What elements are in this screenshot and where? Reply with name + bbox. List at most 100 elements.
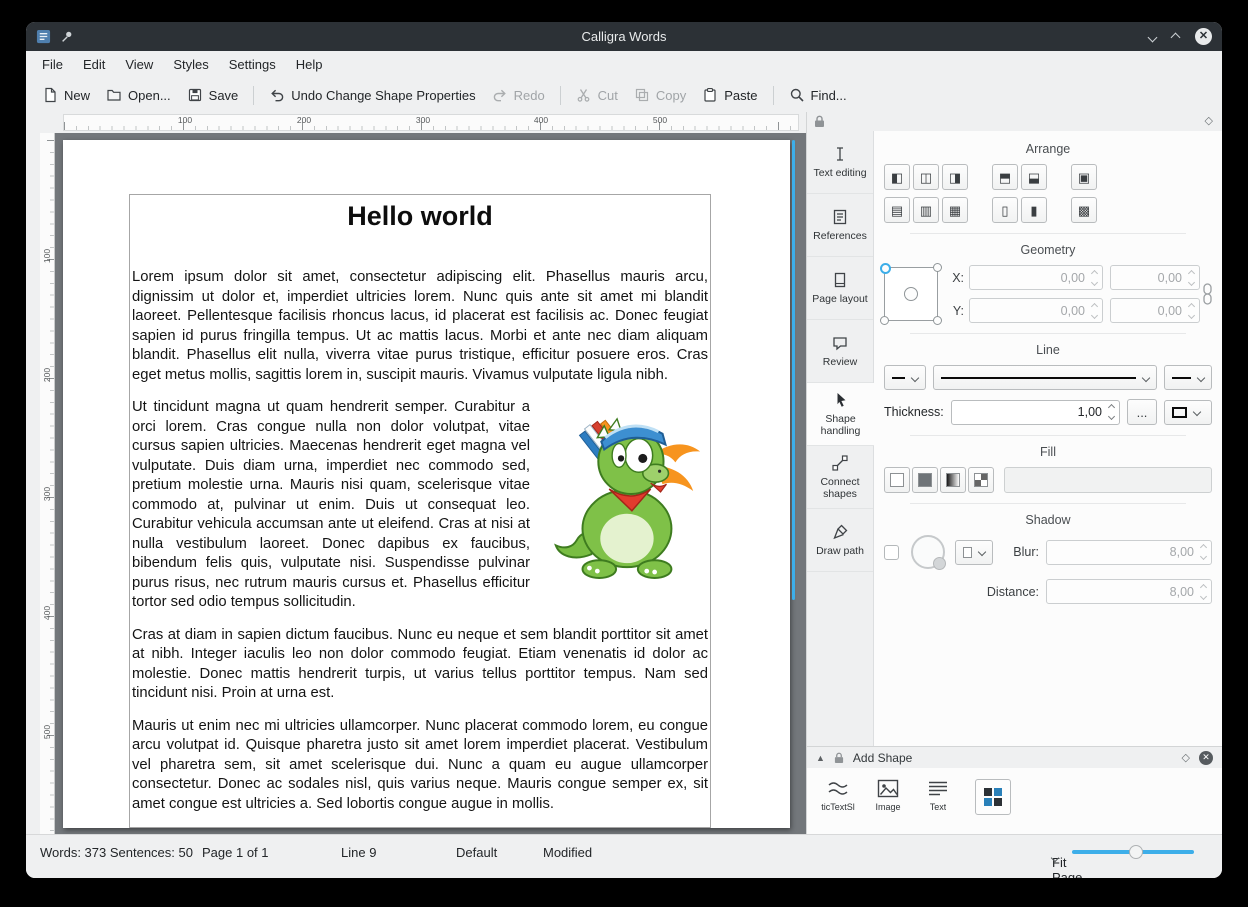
style-indicator[interactable]: Default bbox=[456, 845, 497, 860]
pin-icon[interactable] bbox=[60, 30, 74, 44]
text-cursor-icon bbox=[831, 145, 849, 163]
zoom-slider-knob[interactable] bbox=[1129, 845, 1143, 859]
anchor-top-right[interactable] bbox=[933, 263, 942, 272]
shadow-color-select[interactable] bbox=[955, 540, 993, 565]
menu-view[interactable]: View bbox=[115, 53, 163, 76]
align-bottom-button[interactable]: ⬓ bbox=[1021, 164, 1047, 190]
line-start-marker-select[interactable] bbox=[884, 365, 926, 390]
vertical-scrollbar[interactable] bbox=[792, 140, 795, 600]
fill-gradient-button[interactable] bbox=[940, 467, 966, 493]
add-text-shape-button[interactable]: Text bbox=[915, 775, 961, 812]
float-dock-icon[interactable]: ◇ bbox=[1205, 114, 1213, 127]
open-folder-icon bbox=[106, 87, 122, 103]
align-left-button[interactable]: ◧ bbox=[884, 164, 910, 190]
menu-edit[interactable]: Edit bbox=[73, 53, 115, 76]
menu-help[interactable]: Help bbox=[286, 53, 333, 76]
cursor-arrow-icon bbox=[832, 391, 850, 409]
align-right-button[interactable]: ◨ bbox=[942, 164, 968, 190]
modified-indicator: Modified bbox=[543, 845, 592, 860]
tab-page-layout[interactable]: Page layout bbox=[807, 257, 873, 320]
document-canvas[interactable]: 100 200 300 400 500 Hello world Lorem ip… bbox=[40, 133, 806, 834]
add-shape-docker: ▲ Add Shape ◇ ✕ ticTextSl bbox=[807, 746, 1222, 834]
align-top-button[interactable]: ⬒ bbox=[992, 164, 1018, 190]
tab-text-editing[interactable]: Text editing bbox=[807, 131, 873, 194]
line-end-marker-select[interactable] bbox=[1164, 365, 1212, 390]
horizontal-ruler[interactable]: 100 200 300 400 500 bbox=[63, 114, 799, 131]
hruler-label: 500 bbox=[653, 115, 667, 125]
word-count: Words: 373 Sentences: 50 bbox=[40, 845, 193, 860]
distribute-h-button[interactable]: ▯ bbox=[992, 197, 1018, 223]
line-more-options-button[interactable]: ... bbox=[1127, 399, 1157, 425]
lock-icon[interactable] bbox=[834, 752, 844, 764]
float-docker-icon[interactable]: ◇ bbox=[1182, 751, 1190, 764]
paragraph[interactable]: Cras at diam in sapien dictum faucibus. … bbox=[132, 626, 708, 704]
close-docker-icon[interactable]: ✕ bbox=[1199, 751, 1213, 765]
shape-collection-icon bbox=[984, 788, 1002, 806]
lock-icon[interactable] bbox=[814, 115, 825, 128]
zoom-slider[interactable] bbox=[1072, 850, 1194, 854]
paragraph[interactable]: Ut tincidunt magna ut quam hendrerit sem… bbox=[132, 398, 708, 613]
align-center-h-button[interactable]: ◫ bbox=[913, 164, 939, 190]
distribute-v-button[interactable]: ▮ bbox=[1021, 197, 1047, 223]
document-page[interactable]: Hello world Lorem ipsum dolor sit amet, … bbox=[63, 140, 790, 828]
vertical-ruler[interactable]: 100 200 300 400 500 bbox=[40, 133, 55, 834]
menu-settings[interactable]: Settings bbox=[219, 53, 286, 76]
menu-file[interactable]: File bbox=[32, 53, 73, 76]
line-style-select[interactable] bbox=[933, 365, 1157, 390]
titlebar[interactable]: Calligra Words ✕ bbox=[26, 22, 1222, 51]
bring-forward-button[interactable]: ▤ bbox=[884, 197, 910, 223]
ungroup-shapes-button[interactable]: ▩ bbox=[1071, 197, 1097, 223]
page-indicator[interactable]: Page 1 of 1 bbox=[202, 845, 269, 860]
fill-solid-button[interactable] bbox=[912, 467, 938, 493]
open-button[interactable]: Open... bbox=[98, 82, 179, 108]
keep-aspect-ratio-icon[interactable] bbox=[1203, 283, 1212, 305]
group-shapes-button[interactable]: ▣ bbox=[1071, 164, 1097, 190]
new-button[interactable]: New bbox=[34, 82, 98, 108]
undo-button[interactable]: Undo Change Shape Properties bbox=[261, 82, 483, 108]
paragraph[interactable]: Mauris ut enim nec mi ultricies ullamcor… bbox=[132, 717, 708, 815]
tab-review[interactable]: Review bbox=[807, 320, 873, 383]
vruler-label: 100 bbox=[42, 248, 52, 264]
redo-icon bbox=[492, 87, 508, 103]
paste-button[interactable]: Paste bbox=[694, 82, 765, 108]
image-icon bbox=[876, 778, 900, 800]
anchor-center[interactable] bbox=[904, 287, 918, 301]
tab-references[interactable]: References bbox=[807, 194, 873, 257]
tab-shape-handling[interactable]: Shape handling bbox=[807, 383, 874, 446]
search-icon bbox=[789, 87, 805, 103]
maximize-button[interactable] bbox=[1172, 29, 1179, 44]
x-position-spinbox: 0,00 bbox=[969, 265, 1103, 290]
find-button[interactable]: Find... bbox=[781, 82, 855, 108]
add-image-shape-button[interactable]: Image bbox=[865, 775, 911, 812]
thickness-spinbox[interactable]: 1,00 bbox=[951, 400, 1120, 425]
document-heading[interactable]: Hello world bbox=[132, 201, 708, 232]
shadow-enable-checkbox[interactable] bbox=[884, 545, 899, 560]
dock-titlebar[interactable]: ◇ bbox=[807, 112, 1222, 131]
fill-pattern-button[interactable] bbox=[968, 467, 994, 493]
tab-connect-shapes[interactable]: Connect shapes bbox=[807, 446, 873, 509]
fill-section-title: Fill bbox=[884, 445, 1212, 459]
save-button[interactable]: Save bbox=[179, 82, 247, 108]
minimize-button[interactable] bbox=[1149, 29, 1156, 44]
menu-styles[interactable]: Styles bbox=[163, 53, 218, 76]
raise-shape-button[interactable]: ▥ bbox=[913, 197, 939, 223]
text-frame[interactable]: Hello world Lorem ipsum dolor sit amet, … bbox=[129, 194, 711, 828]
collapse-docker-icon[interactable]: ▲ bbox=[816, 753, 825, 763]
konqi-mascot-image[interactable] bbox=[540, 404, 708, 582]
shape-collection-button[interactable] bbox=[975, 779, 1011, 815]
anchor-bottom-left[interactable] bbox=[880, 316, 889, 325]
close-button[interactable]: ✕ bbox=[1195, 28, 1212, 45]
add-artistic-text-shape-button[interactable]: ticTextSl bbox=[815, 775, 861, 812]
fill-none-button[interactable] bbox=[884, 467, 910, 493]
anchor-top-left[interactable] bbox=[880, 263, 891, 274]
tab-draw-path[interactable]: Draw path bbox=[807, 509, 873, 572]
lower-shape-button[interactable]: ▦ bbox=[942, 197, 968, 223]
shadow-section-title: Shadow bbox=[884, 513, 1212, 527]
position-anchor-selector[interactable] bbox=[884, 267, 938, 321]
line-color-select[interactable] bbox=[1164, 400, 1212, 425]
anchor-bottom-right[interactable] bbox=[933, 316, 942, 325]
blur-label: Blur: bbox=[993, 545, 1046, 559]
paragraph[interactable]: Lorem ipsum dolor sit amet, consectetur … bbox=[132, 268, 708, 385]
paragraph[interactable]: Fusce lobortis congue consectetur. Duis … bbox=[132, 827, 708, 828]
line-color-swatch bbox=[1172, 407, 1187, 418]
